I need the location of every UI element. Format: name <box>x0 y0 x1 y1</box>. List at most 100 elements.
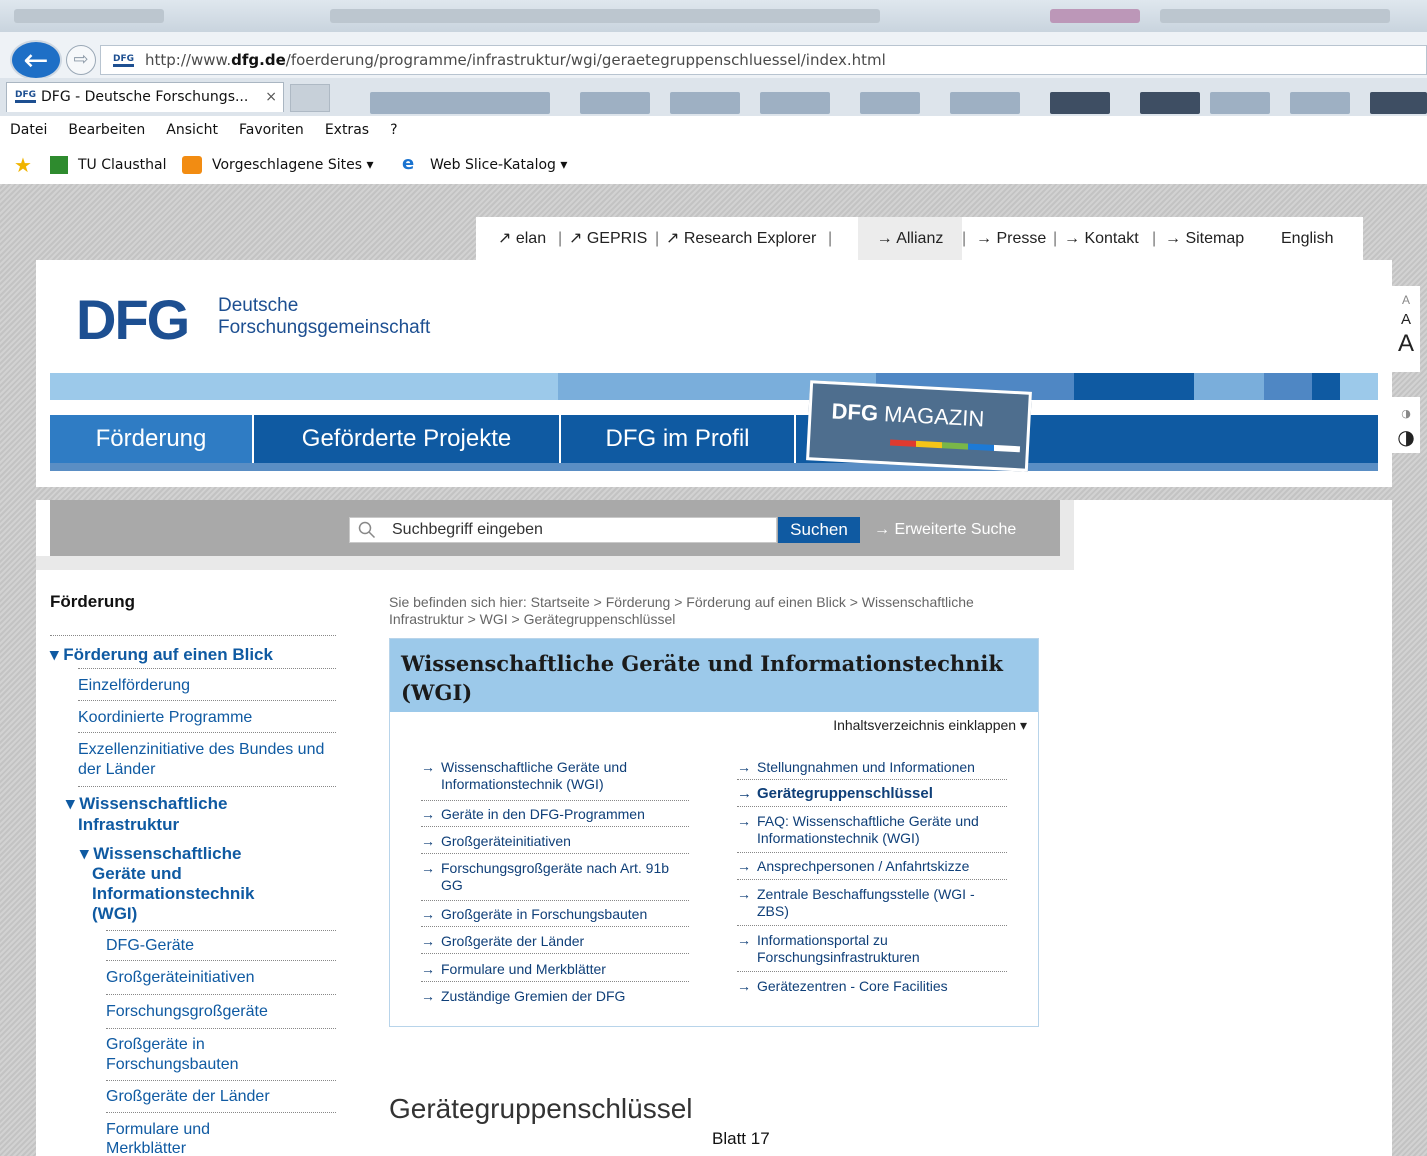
separator: | <box>962 230 967 247</box>
toc-link[interactable]: → Geräte in den DFG-Programmen <box>421 806 681 823</box>
divider <box>78 668 336 669</box>
tab-dfg[interactable]: DFG DFG - Deutsche Forschungs... × <box>6 82 284 112</box>
toc-link-label: Zentrale Beschaffungsstelle (WGI - ZBS) <box>757 886 975 919</box>
url-field[interactable]: DFG http://www.dfg.de/foerderung/programm… <box>100 45 1427 75</box>
forward-button[interactable]: ⇨ <box>66 45 96 75</box>
separator: | <box>828 230 833 247</box>
divider <box>421 826 689 827</box>
left-nav-item[interactable]: Exzellenzinitiative des Bundes und der L… <box>78 740 328 780</box>
arrow-icon: → <box>737 785 752 802</box>
favorites-star-icon[interactable]: ★ <box>14 154 32 176</box>
toc-link-label: Stellungnahmen und Informationen <box>757 759 975 775</box>
link-presse[interactable]: → Presse <box>976 217 1046 260</box>
toc-collapse-toggle[interactable]: Inhaltsverzeichnis einklappen ▾ <box>802 712 1037 738</box>
left-nav-item[interactable]: Koordinierte Programme <box>78 708 252 728</box>
left-nav-item[interactable]: Großgeräteinitiativen <box>106 968 255 988</box>
toc-link[interactable]: → Stellungnahmen und Informationen <box>737 759 1007 776</box>
close-tab-icon[interactable]: × <box>265 83 277 111</box>
dfg-logo[interactable]: DFG <box>76 290 190 350</box>
advanced-search-link[interactable]: → Erweiterte Suche <box>874 517 1016 543</box>
menu-favoriten[interactable]: Favoriten <box>239 116 304 144</box>
nav-foerderung[interactable]: Förderung <box>50 415 252 463</box>
left-nav-item[interactable]: Formulare und Merkblätter <box>106 1120 236 1156</box>
toc-link[interactable]: → Großgeräteinitiativen <box>421 833 681 850</box>
page-title: Gerätegruppenschlüssel <box>389 1093 693 1124</box>
menu-datei[interactable]: Datei <box>10 116 47 144</box>
font-size-medium[interactable]: A <box>1392 310 1420 330</box>
toc-link[interactable]: → Ansprechpersonen / Anfahrtskizze <box>737 858 1007 875</box>
menu-extras[interactable]: Extras <box>325 116 369 144</box>
toc-link[interactable]: → FAQ: Wissenschaftliche Geräte und Infor… <box>737 813 1007 847</box>
breadcrumb[interactable]: Sie befinden sich hier: Startseite > För… <box>389 594 1049 628</box>
site-favicon: DFG <box>113 54 135 67</box>
toc-link[interactable]: → Wissenschaftliche Geräte und Informatio… <box>421 759 676 793</box>
contrast-high-icon[interactable]: ◑ <box>1392 427 1420 447</box>
header-stripe <box>1264 373 1312 400</box>
arrow-icon: → <box>421 860 435 876</box>
nav-dfg-im-profil[interactable]: DFG im Profil <box>561 415 794 463</box>
menu-ansicht[interactable]: Ansicht <box>166 116 218 144</box>
font-size-small[interactable]: A <box>1392 290 1420 310</box>
link-allianz[interactable]: → Allianz <box>858 217 962 260</box>
divider <box>50 635 336 636</box>
divider <box>106 960 336 961</box>
contrast-normal-icon[interactable]: ◑ <box>1392 401 1420 427</box>
toc-title: Wissenschaftliche Geräte und Information… <box>401 651 1003 705</box>
left-nav-item[interactable]: ▾ Wissenschaftliche Infrastruktur <box>66 793 266 835</box>
toc-link[interactable]: → Zentrale Beschaffungsstelle (WGI - ZBS) <box>737 886 1007 920</box>
toc-link[interactable]: → Großgeräte der Länder <box>421 933 681 950</box>
left-nav-item[interactable]: Einzelförderung <box>78 676 190 696</box>
header-stripe <box>1312 373 1340 400</box>
arrow-icon: → <box>421 759 435 775</box>
tu-clausthal-icon <box>50 156 68 174</box>
divider <box>737 925 1007 926</box>
left-nav-item[interactable]: Großgeräte in Forschungsbauten <box>106 1035 276 1075</box>
left-navigation: Förderung ▾ Förderung auf einen Blick Ei… <box>36 570 348 1156</box>
link-english[interactable]: English <box>1281 217 1333 260</box>
link-gepris[interactable]: ↗ GEPRIS <box>569 217 647 260</box>
divider <box>106 994 336 995</box>
arrow-icon: → <box>421 961 435 977</box>
toc-link[interactable]: → Gerätezentren - Core Facilities <box>737 978 1007 995</box>
header-stripe <box>50 373 558 400</box>
link-sitemap[interactable]: → Sitemap <box>1165 217 1244 260</box>
left-nav-item[interactable]: Großgeräte der Länder <box>106 1087 270 1107</box>
nav-underline <box>50 463 1378 471</box>
toc-link-label: Wissenschaftliche Geräte und Information… <box>441 759 627 792</box>
header-stripe <box>1074 373 1194 400</box>
menu-help[interactable]: ? <box>390 116 397 144</box>
tab-favicon: DFG <box>15 90 37 103</box>
menu-bearbeiten[interactable]: Bearbeiten <box>68 116 145 144</box>
left-nav-item[interactable]: Forschungsgroßgeräte <box>106 1002 268 1022</box>
link-kontakt[interactable]: → Kontakt <box>1064 217 1139 260</box>
link-elan[interactable]: ↗ elan <box>498 217 546 260</box>
favorite-tu-clausthal[interactable]: TU Clausthal <box>78 146 167 184</box>
toc-link-current[interactable]: → Gerätegruppenschlüssel <box>737 785 1007 802</box>
toc-link[interactable]: → Forschungsgroßgeräte nach Art. 91b GG <box>421 860 671 894</box>
favorite-suggested-sites[interactable]: Vorgeschlagene Sites ▾ <box>212 146 374 184</box>
divider <box>78 786 336 787</box>
toc-link[interactable]: → Zuständige Gremien der DFG <box>421 988 681 1005</box>
toc-link[interactable]: → Großgeräte in Forschungsbauten <box>421 906 686 923</box>
left-nav-item[interactable]: DFG-Geräte <box>106 936 194 956</box>
toc-link-label: Geräte in den DFG-Programmen <box>441 806 645 822</box>
search-input[interactable]: Suchbegriff eingeben <box>349 517 777 543</box>
toc-link[interactable]: → Informationsportal zu Forschungsinfrast… <box>737 932 1007 966</box>
back-button[interactable]: ← <box>10 40 62 80</box>
link-research-explorer[interactable]: ↗ Research Explorer <box>666 217 816 260</box>
left-nav-item[interactable]: ▾ Wissenschaftliche Geräte und Informati… <box>80 844 290 924</box>
new-tab-button[interactable] <box>290 84 330 112</box>
left-nav-item[interactable]: ▾ Förderung auf einen Blick <box>50 645 273 665</box>
search-button[interactable]: Suchen <box>778 517 860 543</box>
font-size-tool: A A A <box>1392 286 1420 372</box>
arrow-icon: → <box>737 759 751 775</box>
logo-subtitle: Deutsche Forschungsgemeinschaft <box>218 295 430 339</box>
arrow-icon: → <box>737 978 751 994</box>
toc-link[interactable]: → Formulare und Merkblätter <box>421 961 681 978</box>
divider <box>737 879 1007 880</box>
arrow-icon: → <box>421 906 435 922</box>
favorite-web-slice[interactable]: Web Slice-Katalog ▾ <box>430 146 567 184</box>
nav-gefoerderte-projekte[interactable]: Geförderte Projekte <box>254 415 559 463</box>
dfg-magazin-banner[interactable]: DFG MAGAZIN <box>806 380 1032 472</box>
font-size-large[interactable]: A <box>1392 330 1420 358</box>
